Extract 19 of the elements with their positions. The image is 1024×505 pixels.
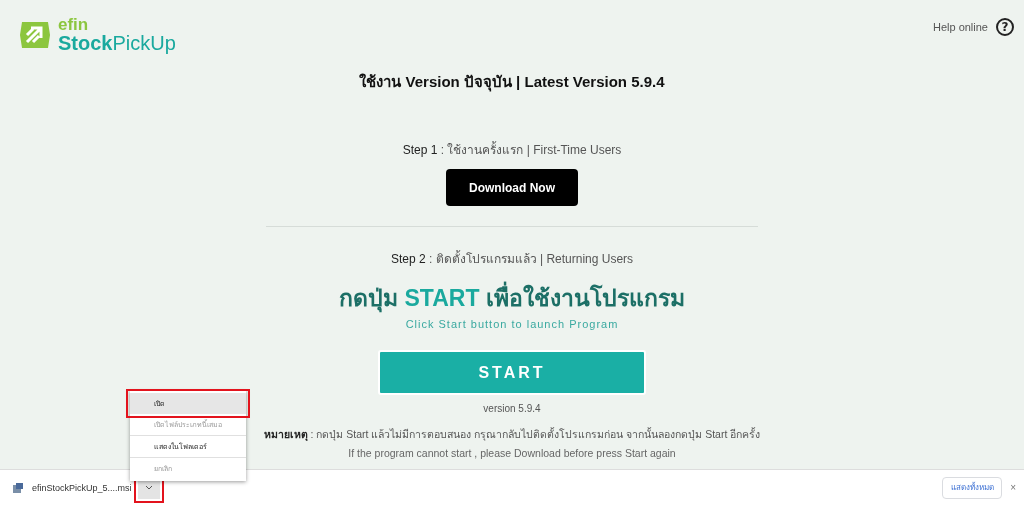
show-all-button[interactable]: แสดงทั้งหมด [942,476,1003,499]
step-label: Step 2 : ติดตั้งโปรแกรมแล้ว | Returning Users [390,249,634,268]
close-icon[interactable]: × [1010,482,1016,493]
logo-text: efin [58,16,90,33]
logo-icon [18,19,52,50]
help-link[interactable]: Help online [932,21,988,33]
subheading: Click Start button to launch Program [405,318,619,330]
page-title: ใช้งาน Version ปัจจุบัน | Latest Version 5.9.4 [359,72,665,94]
installer-icon [12,481,24,494]
version-text: version 5.9.4 [483,403,541,414]
download-button[interactable]: Download Now [446,169,578,206]
file-name: efinStockPickUp_5....msi [32,482,132,493]
step-label: Step 1 : ใช้งานครั้งแรก | First-Time Users [402,140,622,159]
note-text: If the program cannot start , please Download before press Start again [348,447,676,459]
help-icon[interactable]: ? [996,18,1014,36]
note-text: หมายเหตุ : กดปุ่ม Start แล้วไม่มีการตอบสนอง กรุณากลับไปติดตั้งโปรแกรมก่อน จากนั้นลองกดปุ่ม Start อีกครั้ง [263,426,761,443]
heading: กดปุ่ม START เพื่อใช้งานโปรแกรม [339,280,685,316]
caret-icon [144,485,153,490]
logo-text: StockPickUp [58,33,176,53]
